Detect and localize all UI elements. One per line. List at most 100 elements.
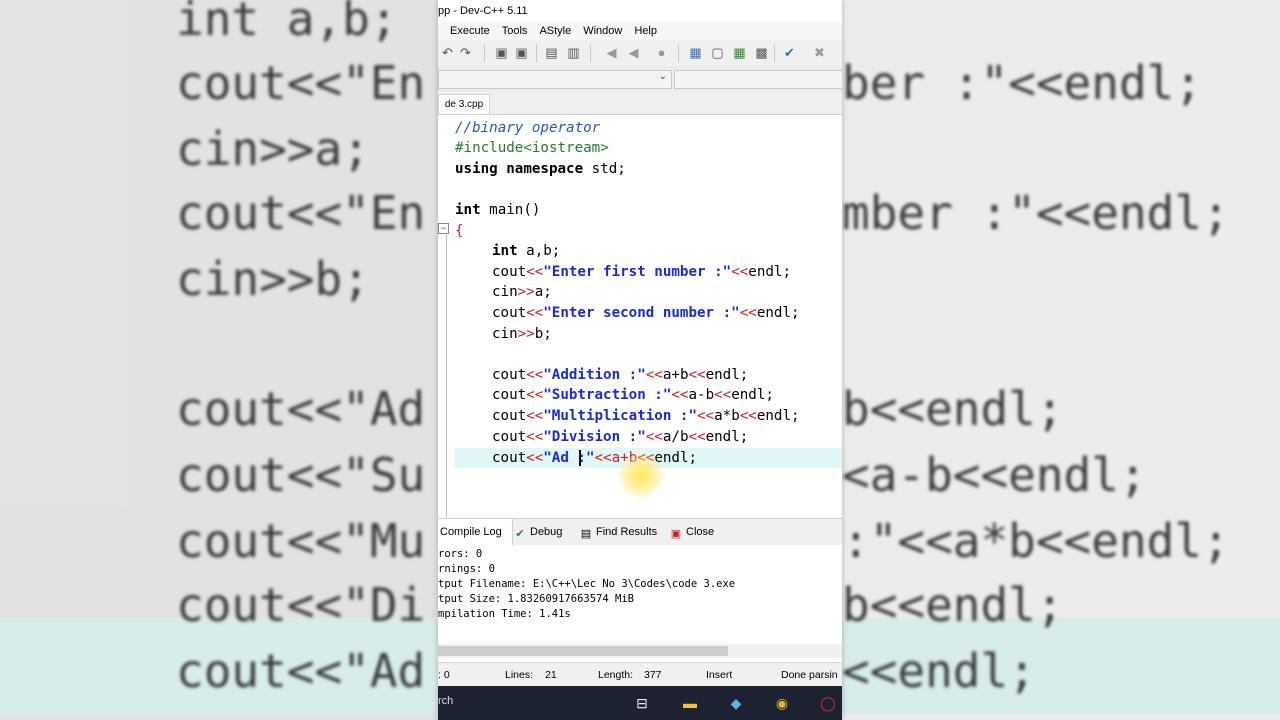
bg-line: cout<<"Mu xyxy=(176,514,426,568)
log-line: mpilation Time: 1.41s xyxy=(438,608,571,620)
check-icon: ✔ xyxy=(515,528,525,540)
file-tab-bar: de 3.cpp xyxy=(438,92,842,115)
toolbar-separator xyxy=(536,44,537,62)
method-combobox[interactable] xyxy=(674,70,842,89)
code-line: //binary operator xyxy=(455,120,601,136)
debug-label: Debug xyxy=(530,526,563,538)
file-explorer-icon[interactable]: ▬ xyxy=(680,693,700,713)
back-icon[interactable]: ◀ xyxy=(604,45,619,60)
undo-icon[interactable]: ↶ xyxy=(440,45,455,60)
combo-row: ⌄ xyxy=(438,66,842,93)
tiles-icon[interactable]: ▩ xyxy=(754,45,769,60)
bg-line: cin>>b; xyxy=(176,252,370,306)
bg-line: int a,b; xyxy=(176,0,398,46)
toolbar-separator xyxy=(484,44,485,62)
menu-tools[interactable]: Tools xyxy=(496,22,534,40)
bookmark-icon[interactable]: ● xyxy=(654,45,669,60)
bg-line-right: ber :"<<endl; xyxy=(842,56,1203,110)
status-length-label: Length: xyxy=(598,669,634,681)
fold-toggle-icon[interactable]: − xyxy=(438,223,449,234)
mouse-cursor-highlight xyxy=(618,453,664,499)
status-lines: 21 xyxy=(545,669,557,681)
horizontal-scrollbar[interactable] xyxy=(438,644,842,658)
menu-window[interactable]: Window xyxy=(577,22,628,40)
unindent-icon[interactable]: ▥ xyxy=(566,45,581,60)
close-x-icon[interactable]: ✖ xyxy=(812,45,827,60)
bg-line-right: b<<endl; xyxy=(842,382,1064,436)
code-line: using namespace std; xyxy=(455,161,626,177)
class-combobox[interactable]: ⌄ xyxy=(438,70,672,89)
code-line: cin>>b; xyxy=(492,326,552,342)
bg-line: cout<<"Ad xyxy=(176,382,426,436)
toolbar-separator xyxy=(678,44,679,62)
menu-astyle[interactable]: AStyle xyxy=(533,22,577,40)
find-icon[interactable]: ▣ xyxy=(494,45,509,60)
bg-line: cout<<"En xyxy=(176,186,426,240)
code-line: cout<<"Multiplication :"<<a*b<<endl; xyxy=(492,408,800,424)
code-line: { xyxy=(455,223,464,239)
bg-line: cout<<"En xyxy=(176,56,426,110)
code-line: int main() xyxy=(455,202,541,218)
code-editor[interactable]: − //binary operator #include<iostream> u… xyxy=(438,115,842,523)
taskbar: rch ⊟ ▬ ◆ ◉ ◯ xyxy=(438,686,842,720)
replace-icon[interactable]: ▣ xyxy=(514,45,529,60)
tab-compile-log[interactable]: Compile Log xyxy=(438,519,513,545)
redo-icon[interactable]: ↷ xyxy=(458,45,473,60)
status-col: : 0 xyxy=(438,669,450,681)
check-icon[interactable]: ✔ xyxy=(782,45,797,60)
close-icon: ▣ xyxy=(670,528,682,540)
taskbar-search[interactable]: rch xyxy=(438,695,453,707)
bg-line-right: :"<<a*b<<endl; xyxy=(842,514,1230,568)
opera-icon[interactable]: ◯ xyxy=(818,693,838,713)
find-results-label: Find Results xyxy=(596,526,658,538)
status-parse: Done parsin xyxy=(781,669,838,681)
bg-line: cout<<"Su xyxy=(176,448,426,502)
tab-find-results[interactable]: ▤ Find Results xyxy=(580,519,664,545)
find-results-icon: ▤ xyxy=(580,528,592,540)
menu-bar: Execute Tools AStyle Window Help xyxy=(438,22,842,40)
indent-icon[interactable]: ▤ xyxy=(544,45,559,60)
chevron-down-icon[interactable]: ⌄ xyxy=(659,71,667,82)
ide-window: pp - Dev-C++ 5.11 Execute Tools AStyle Wind… xyxy=(438,0,842,720)
menu-help[interactable]: Help xyxy=(628,22,663,40)
tab-debug[interactable]: ✔ Debug xyxy=(514,519,576,545)
bg-line: cout<<"Ad xyxy=(176,644,426,698)
bg-line: cin>>a; xyxy=(176,122,370,176)
menu-execute[interactable]: Execute xyxy=(438,22,496,40)
log-line: tput Size: 1.83260917663574 MiB xyxy=(438,593,634,605)
toolbar-separator xyxy=(774,44,775,62)
log-line: rors: 0 xyxy=(438,548,483,560)
toolbar-separator xyxy=(590,44,591,62)
file-tab[interactable]: de 3.cpp xyxy=(438,94,490,114)
fold-guide xyxy=(446,233,447,523)
chrome-icon[interactable]: ◉ xyxy=(772,693,792,713)
status-mode: Insert xyxy=(706,669,733,681)
log-line: tput Filename: E:\C++\Lec No 3\Codes\cod… xyxy=(438,578,736,590)
scrollbar-thumb[interactable] xyxy=(438,646,728,656)
code-line: cout<<"Enter second number :"<<endl; xyxy=(492,305,800,321)
title-bar: pp - Dev-C++ 5.11 xyxy=(438,0,842,22)
code-line: cout<<"Subtraction :"<<a-b<<endl; xyxy=(492,387,774,403)
tab-close[interactable]: ▣ Close xyxy=(670,519,722,545)
code-line: cout<<"Division :"<<a/b<<endl; xyxy=(492,429,749,445)
bg-line-right: <a-b<<endl; xyxy=(842,448,1147,502)
bg-line-right: b<<endl; xyxy=(842,578,1064,632)
code-line: #include<iostream> xyxy=(455,140,609,156)
status-length: 377 xyxy=(644,669,662,681)
log-line: rnings: 0 xyxy=(438,563,495,575)
task-view-icon[interactable]: ⊟ xyxy=(632,693,652,713)
status-lines-label: Lines: xyxy=(505,669,534,681)
code-line: int a,b; xyxy=(492,243,561,259)
code-line: cout<<"Enter first number :"<<endl; xyxy=(492,264,791,280)
window-title: pp - Dev-C++ 5.11 xyxy=(438,5,528,17)
compile-log: rors: 0 rnings: 0 tput Filename: E:\C++\… xyxy=(438,545,842,645)
close-label: Close xyxy=(686,526,715,538)
class-browser-icon[interactable]: ▢ xyxy=(710,45,725,60)
app-icon[interactable]: ◆ xyxy=(726,693,746,713)
forward-icon[interactable]: ◀ xyxy=(626,45,641,60)
grid-icon[interactable]: ▦ xyxy=(732,45,747,60)
text-caret xyxy=(579,450,581,466)
bg-line-right: mber :"<<endl; xyxy=(842,186,1230,240)
project-icon[interactable]: ▦ xyxy=(688,45,703,60)
bottom-panel-tabs: Compile Log ✔ Debug ▤ Find Results ▣ Close xyxy=(438,518,842,546)
